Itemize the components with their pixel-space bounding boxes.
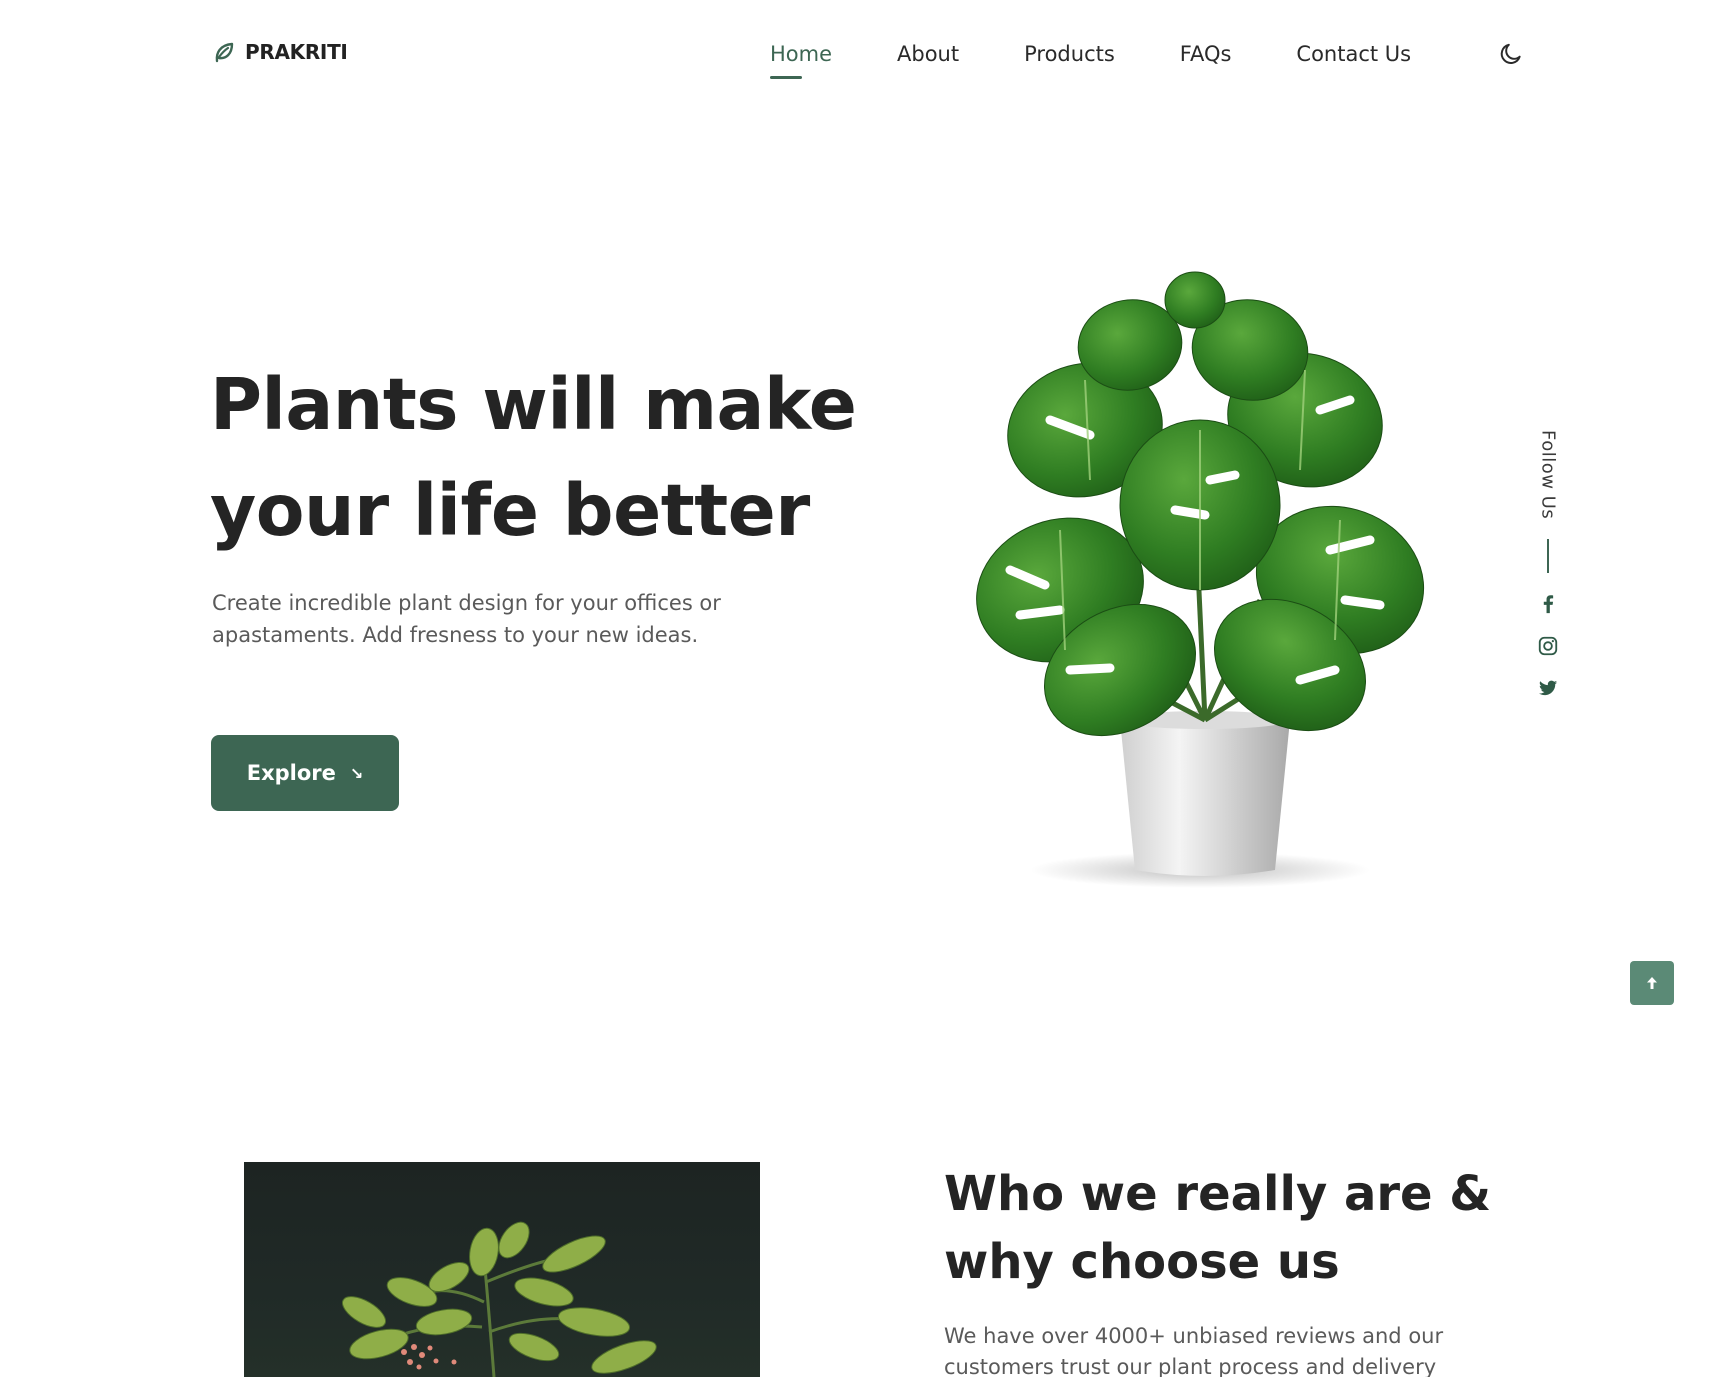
brand-name: PRAKRITI — [245, 40, 348, 64]
leaf-icon — [215, 42, 234, 63]
about-title: Who we really are & why choose us — [944, 1160, 1504, 1296]
follow-us-bar: Follow Us — [1533, 430, 1563, 699]
arrow-up-icon — [1647, 977, 1657, 989]
instagram-icon[interactable] — [1537, 635, 1559, 657]
main-nav: Home About Products FAQs Contact Us — [770, 40, 1476, 79]
facebook-icon[interactable] — [1537, 593, 1559, 615]
about-plant-illustration — [342, 1221, 657, 1377]
follow-us-label: Follow Us — [1537, 430, 1559, 520]
nav-contact[interactable]: Contact Us — [1296, 40, 1411, 68]
follow-divider — [1547, 539, 1549, 574]
explore-button-label: Explore — [246, 761, 336, 785]
explore-button[interactable]: Explore ↘ — [211, 735, 399, 811]
hero-title-line-2: your life better — [210, 469, 810, 552]
moon-icon[interactable] — [1498, 41, 1524, 67]
hero-title: Plants will make your life better — [210, 352, 930, 564]
page: PRAKRITI Home About Products FAQs Contac… — [0, 0, 1722, 1377]
nav-faqs[interactable]: FAQs — [1180, 40, 1232, 68]
about-title-line-2: why choose us — [944, 1234, 1340, 1290]
about-title-line-1: Who we really are & — [944, 1166, 1492, 1222]
twitter-icon[interactable] — [1537, 677, 1559, 699]
monstera-plant-image — [976, 271, 1425, 888]
hero-description: Create incredible plant design for your … — [212, 591, 721, 647]
about-plant-image — [244, 1162, 760, 1377]
brand-logo[interactable]: PRAKRITI — [212, 40, 348, 64]
about-description: We have over 4000+ unbiased reviews and … — [944, 1324, 1444, 1377]
hero-title-line-1: Plants will make — [210, 363, 857, 446]
nav-products[interactable]: Products — [1024, 40, 1115, 68]
nav-about[interactable]: About — [897, 40, 959, 68]
scroll-to-top-button[interactable] — [1630, 961, 1674, 1005]
nav-home[interactable]: Home — [770, 40, 832, 79]
arrow-down-right-icon: ↘ — [349, 763, 364, 783]
